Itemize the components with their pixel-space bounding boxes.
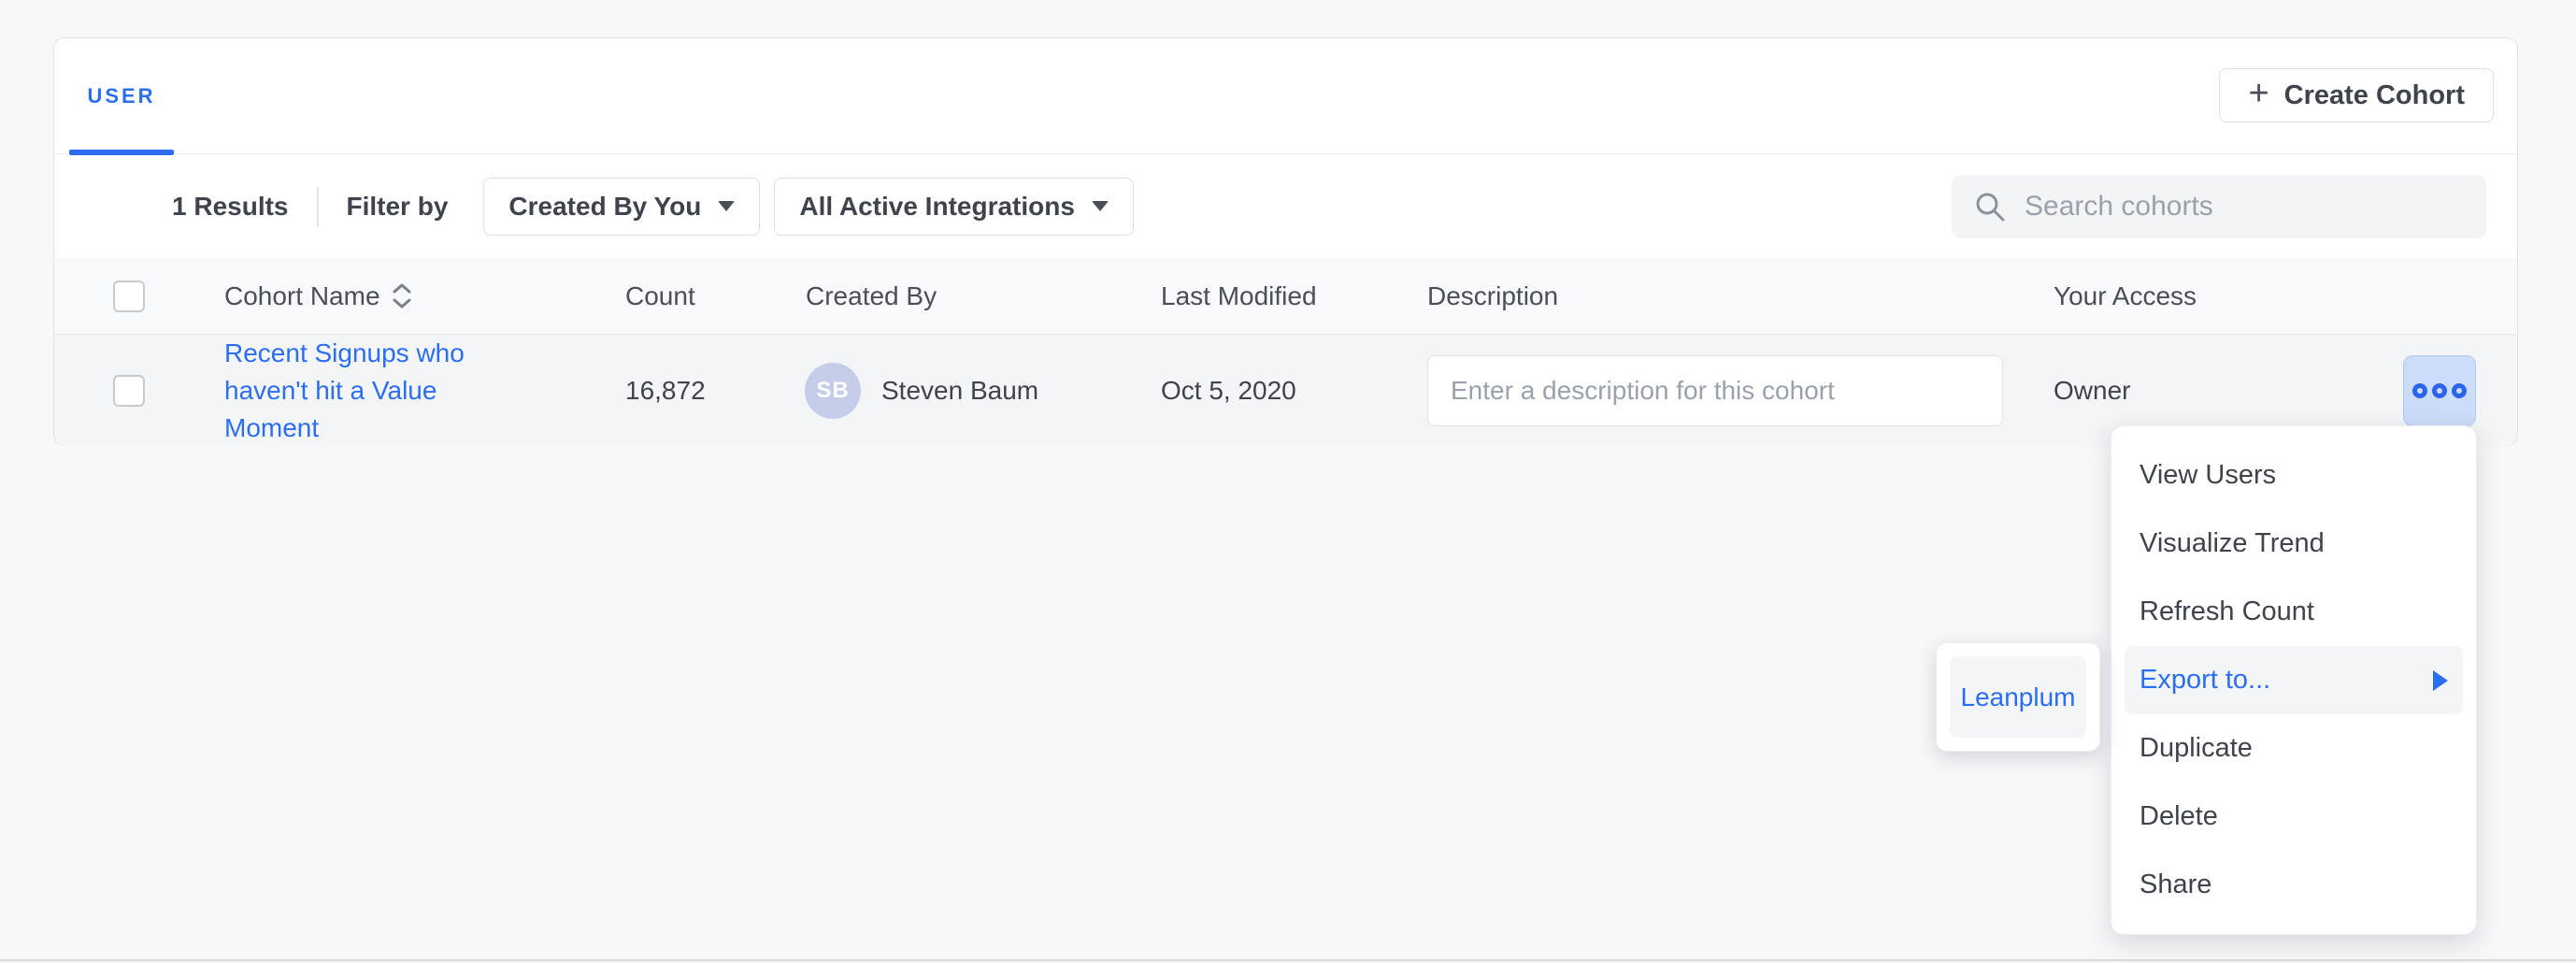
tab-user-label: USER — [87, 84, 155, 108]
cohorts-page: { "colors": { "accent": "#2c6ef2", "row_… — [0, 0, 2576, 963]
results-count: 1 Results — [172, 192, 289, 222]
select-all-checkbox[interactable] — [113, 280, 145, 312]
menu-item-export-to[interactable]: Export to... — [2125, 646, 2463, 714]
menu-item-view-users[interactable]: View Users — [2111, 441, 2476, 510]
search-cohorts-input[interactable] — [2025, 191, 2464, 223]
divider — [317, 187, 319, 226]
column-header-cohort-name[interactable]: Cohort Name — [224, 281, 412, 311]
integrations-filter-dropdown[interactable]: All Active Integrations — [774, 178, 1134, 236]
create-cohort-button[interactable]: + Create Cohort — [2219, 68, 2494, 122]
menu-item-refresh-count[interactable]: Refresh Count — [2111, 578, 2476, 646]
plus-icon: + — [2248, 76, 2268, 111]
menu-item-visualize-trend[interactable]: Visualize Trend — [2111, 510, 2476, 578]
menu-item-leanplum[interactable]: Leanplum — [1950, 656, 2086, 738]
created-by-name: Steven Baum — [881, 376, 1038, 406]
table-header-row: Cohort Name Count Created By Last Modifi… — [54, 258, 2517, 335]
chevron-down-icon — [1092, 201, 1109, 211]
filter-bar: 1 Results Filter by Created By You All A… — [54, 154, 2517, 258]
last-modified-date: Oct 5, 2020 — [1161, 376, 1296, 406]
cohort-count: 16,872 — [625, 376, 706, 406]
row-actions-button[interactable] — [2403, 355, 2476, 426]
chevron-down-icon — [718, 201, 735, 211]
cohort-name-link[interactable]: Recent Signups who haven't hit a Value M… — [224, 335, 469, 447]
bottom-divider — [0, 959, 2576, 961]
created-by-cell: SB Steven Baum — [805, 363, 1038, 419]
export-submenu: Leanplum — [1936, 642, 2100, 752]
column-header-your-access[interactable]: Your Access — [2054, 281, 2197, 311]
access-level: Owner — [2054, 376, 2130, 406]
create-cohort-label: Create Cohort — [2284, 80, 2465, 111]
submenu-arrow-icon — [2433, 670, 2448, 691]
sort-icon[interactable] — [392, 282, 412, 309]
column-header-count[interactable]: Count — [625, 281, 695, 311]
tab-user[interactable]: USER — [69, 38, 174, 154]
column-header-last-modified[interactable]: Last Modified — [1161, 281, 1317, 311]
menu-item-share[interactable]: Share — [2111, 851, 2476, 919]
search-icon — [1974, 191, 2006, 223]
search-cohorts-box — [1952, 175, 2486, 238]
column-header-created-by[interactable]: Created By — [806, 281, 937, 311]
tab-bar: USER + Create Cohort — [54, 38, 2517, 154]
more-options-icon — [2412, 383, 2427, 398]
filter-by-label: Filter by — [347, 192, 449, 222]
menu-item-duplicate[interactable]: Duplicate — [2111, 714, 2476, 783]
menu-item-delete[interactable]: Delete — [2111, 783, 2476, 851]
cohorts-panel: USER + Create Cohort 1 Results Filter by… — [53, 37, 2518, 446]
created-by-filter-dropdown[interactable]: Created By You — [483, 178, 760, 236]
row-actions-menu: View Users Visualize Trend Refresh Count… — [2111, 425, 2477, 935]
description-input[interactable] — [1427, 355, 2003, 426]
row-checkbox[interactable] — [113, 375, 145, 407]
avatar: SB — [805, 363, 861, 419]
column-header-description[interactable]: Description — [1427, 281, 1558, 311]
